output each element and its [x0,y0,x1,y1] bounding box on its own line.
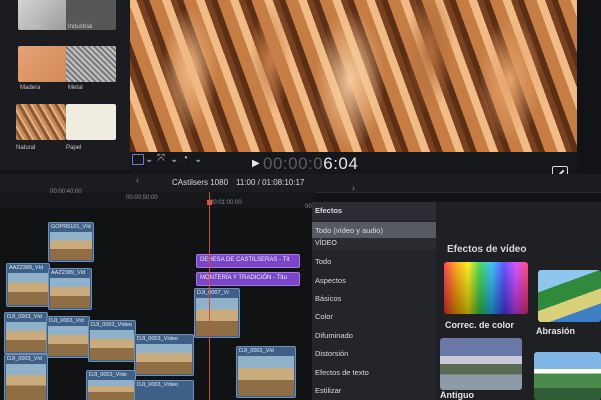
video-clip[interactable]: AAZ2389_Víd [48,268,92,310]
ruler-tick: 00:00:40:00 [50,189,82,195]
effects-category-aspectos[interactable]: Aspectos [315,276,346,285]
effects-browser-title: Efectos de vídeo [447,244,527,255]
video-clip[interactable]: DJI_0003_Vídeo [134,334,194,376]
timecode-active: 6:04 [323,154,359,173]
video-clip[interactable]: GOPR5101_Víd [48,222,94,262]
effect-label: Correc. de color [445,320,515,330]
effects-category-color[interactable]: Color [315,312,333,321]
effect-thumb-abrasion[interactable] [538,270,601,322]
effect-label: Abrasión [536,326,576,336]
clip-thumbnail [6,322,46,352]
transform-tool-icon[interactable]: ⤧ [157,153,165,164]
ruler-tick: 00:00:50:00 [126,195,158,201]
clip-thumbnail [50,278,90,308]
texture-label-industrial: Industrial [68,24,93,30]
project-name: CAstilsers 1080 [172,178,229,187]
effect-thumb-color-correction[interactable] [444,262,528,314]
clip-thumbnail [88,380,134,400]
clip-thumbnail [238,356,294,396]
effects-header-label: Efectos [315,206,343,215]
clip-thumbnail [136,344,192,374]
effects-list-header: Efectos [312,202,436,220]
effects-category-basicos[interactable]: Básicos [315,294,341,303]
effect-thumb[interactable] [534,352,601,400]
chevron-right-icon[interactable]: › [352,183,355,193]
video-clip[interactable]: DJI_0003_Víde [86,370,136,400]
texture-thumb-metal[interactable] [66,46,116,82]
video-clip[interactable]: DJI_0003_Víd [4,312,48,354]
clip-thumbnail [6,364,46,400]
effects-category-difuminado[interactable]: Difuminado [315,331,353,340]
effect-thumb-antiguo[interactable] [440,338,522,390]
chevron-down-icon[interactable]: ⌄ [145,154,153,165]
timecode-dim: 00:00:0 [263,154,324,173]
video-clip[interactable]: AAZ2389_Víd [6,263,50,307]
video-clip[interactable]: DJI_0003_Vídeo [88,320,136,362]
texture-label-madera: Madera [20,85,41,91]
viewer-image [130,0,577,152]
chevron-down-icon[interactable]: ⌄ [170,154,178,165]
chevron-down-icon[interactable]: ⌄ [194,154,202,165]
effects-section-header: VÍDEO [312,238,436,250]
video-clip[interactable]: DJI_0007_Ví [194,288,240,338]
project-duration: 11:00 / 01:08:10:17 [236,178,305,187]
timeline-ruler[interactable]: 00:00:40:00 00:00:50:00 00:01:00:00 00: [0,189,315,210]
video-clip[interactable]: DJI_0003_Vídeo [134,380,194,400]
timeline[interactable]: GOPR5101_Víd AAZ2389_Víd AAZ2389_Víd DJI… [0,208,315,400]
texture-thumb-papel[interactable] [66,104,116,140]
speed-tool-icon[interactable]: ◔ [182,153,188,164]
playhead[interactable] [209,192,210,400]
browser-panel: Grunge Industrial Madera Metal Natural P… [0,0,130,170]
clip-thumbnail [8,273,48,305]
texture-label-metal: Metal [68,85,83,91]
play-icon[interactable]: ▶ [252,158,260,169]
effects-section-label: VÍDEO [315,240,337,247]
title-clip[interactable]: MONTERÍA Y TRADICIÓN - Títu [196,272,300,286]
playhead-handle[interactable] [207,200,212,205]
effects-category-texto[interactable]: Efectos de texto [315,368,369,377]
texture-label-grunge: Grunge [20,24,41,30]
chevron-left-icon[interactable]: ‹ [136,175,139,185]
effects-category-label: Todo (vídeo y audio) [315,226,383,235]
effects-category-estilizar[interactable]: Estilizar [315,386,341,395]
effects-category-todo[interactable]: Todo [315,257,331,266]
texture-label-papel: Papel [66,145,82,151]
effects-category-distorsion[interactable]: Distorsión [315,349,348,358]
video-clip[interactable]: DJI_0003_Víd [46,316,90,358]
video-clip[interactable]: DJI_0002_Víd [236,346,296,398]
texture-thumb-natural[interactable] [16,104,66,140]
video-clip[interactable]: DJI_0003_Víd [4,354,48,400]
ruler-tick: 00:01:00:00 [210,200,242,206]
timecode-display: 00:00:06:04 [263,154,358,174]
texture-label-natural: Natural [16,145,36,151]
effects-category-selected[interactable]: Todo (vídeo y audio) [312,222,436,238]
select-tool-icon[interactable] [132,154,144,165]
texture-thumb-madera[interactable] [18,46,68,82]
effect-label: Antiguo [440,390,474,400]
title-clip[interactable]: DEHESA DE CASTILSERAS - Tít [196,254,300,268]
clip-thumbnail [90,330,134,360]
clip-thumbnail [50,232,92,260]
clip-thumbnail [196,298,238,336]
clip-thumbnail [48,326,88,356]
